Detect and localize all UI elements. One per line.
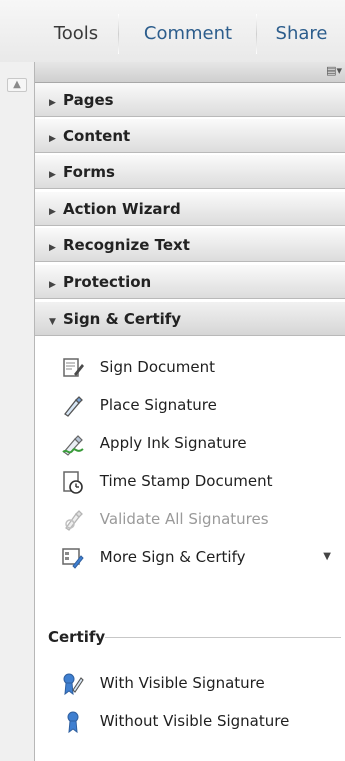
item-label: Validate All Signatures <box>99 510 269 528</box>
left-scroll-strip <box>0 62 35 761</box>
ink-signature-icon <box>61 432 85 456</box>
section-protection[interactable]: ▶ Protection <box>35 265 345 299</box>
sign-document-icon <box>61 356 85 380</box>
collapse-arrow-icon: ▼ <box>49 317 56 327</box>
more-sign-icon <box>61 546 85 570</box>
ribbon-icon <box>61 710 85 734</box>
section-pages[interactable]: ▶ Pages <box>35 83 345 117</box>
certify-divider <box>105 637 341 638</box>
section-forms[interactable]: ▶ Forms <box>35 155 345 189</box>
item-label: More Sign & Certify <box>99 548 246 566</box>
section-label: Content <box>63 127 131 145</box>
item-label: Time Stamp Document <box>99 472 273 490</box>
scroll-up-icon[interactable]: ▲ <box>7 78 27 92</box>
expand-arrow-icon: ▶ <box>49 134 56 144</box>
item-label: Without Visible Signature <box>99 712 290 730</box>
expand-arrow-icon: ▶ <box>49 280 56 290</box>
item-label: Place Signature <box>99 396 217 414</box>
item-place-signature[interactable]: Place Signature <box>35 386 345 424</box>
expand-arrow-icon: ▶ <box>49 207 56 217</box>
section-label: Pages <box>63 91 114 109</box>
item-label: Apply Ink Signature <box>99 434 247 452</box>
more-dropdown-icon[interactable]: ▼ <box>323 538 331 576</box>
pen-icon <box>61 394 85 418</box>
item-label: Sign Document <box>99 358 215 376</box>
section-label: Forms <box>63 163 115 181</box>
item-apply-ink-signature[interactable]: Apply Ink Signature <box>35 424 345 462</box>
tab-divider <box>118 14 119 54</box>
panel-options-icon[interactable]: ▤▾ <box>324 65 342 77</box>
section-sign-certify[interactable]: ▼ Sign & Certify <box>35 302 345 336</box>
tools-panel: ▤▾ ▶ Pages ▶ Content ▶ Forms ▶ Action Wizard… <box>35 62 345 761</box>
tab-share[interactable]: Share <box>258 14 345 54</box>
item-certify-visible[interactable]: With Visible Signature <box>35 664 345 702</box>
item-validate-all-signatures: Validate All Signatures <box>35 500 345 538</box>
item-label: With Visible Signature <box>99 674 265 692</box>
item-certify-invisible[interactable]: Without Visible Signature <box>35 702 345 740</box>
section-recognize-text[interactable]: ▶ Recognize Text <box>35 228 345 262</box>
expand-arrow-icon: ▶ <box>49 98 56 108</box>
expand-arrow-icon: ▶ <box>49 170 56 180</box>
section-label: Protection <box>63 273 152 291</box>
expand-arrow-icon: ▶ <box>49 243 56 253</box>
tab-comment[interactable]: Comment <box>120 14 256 54</box>
section-label: Recognize Text <box>63 236 190 254</box>
item-time-stamp-document[interactable]: Time Stamp Document <box>35 462 345 500</box>
section-label: Sign & Certify <box>63 310 182 328</box>
panel-header: ▤▾ <box>35 62 345 83</box>
certify-heading: Certify <box>48 628 106 646</box>
validate-icon <box>61 508 85 532</box>
section-label: Action Wizard <box>63 200 181 218</box>
tab-tools[interactable]: Tools <box>36 14 116 54</box>
section-action-wizard[interactable]: ▶ Action Wizard <box>35 192 345 226</box>
section-content[interactable]: ▶ Content <box>35 119 345 153</box>
timestamp-icon <box>61 470 85 494</box>
item-sign-document[interactable]: Sign Document <box>35 348 345 386</box>
top-tab-bar: Tools Comment Share <box>0 0 345 63</box>
ribbon-pen-icon <box>61 672 85 696</box>
item-more-sign-certify[interactable]: More Sign & Certify ▼ <box>35 538 345 576</box>
tab-divider <box>256 14 257 54</box>
